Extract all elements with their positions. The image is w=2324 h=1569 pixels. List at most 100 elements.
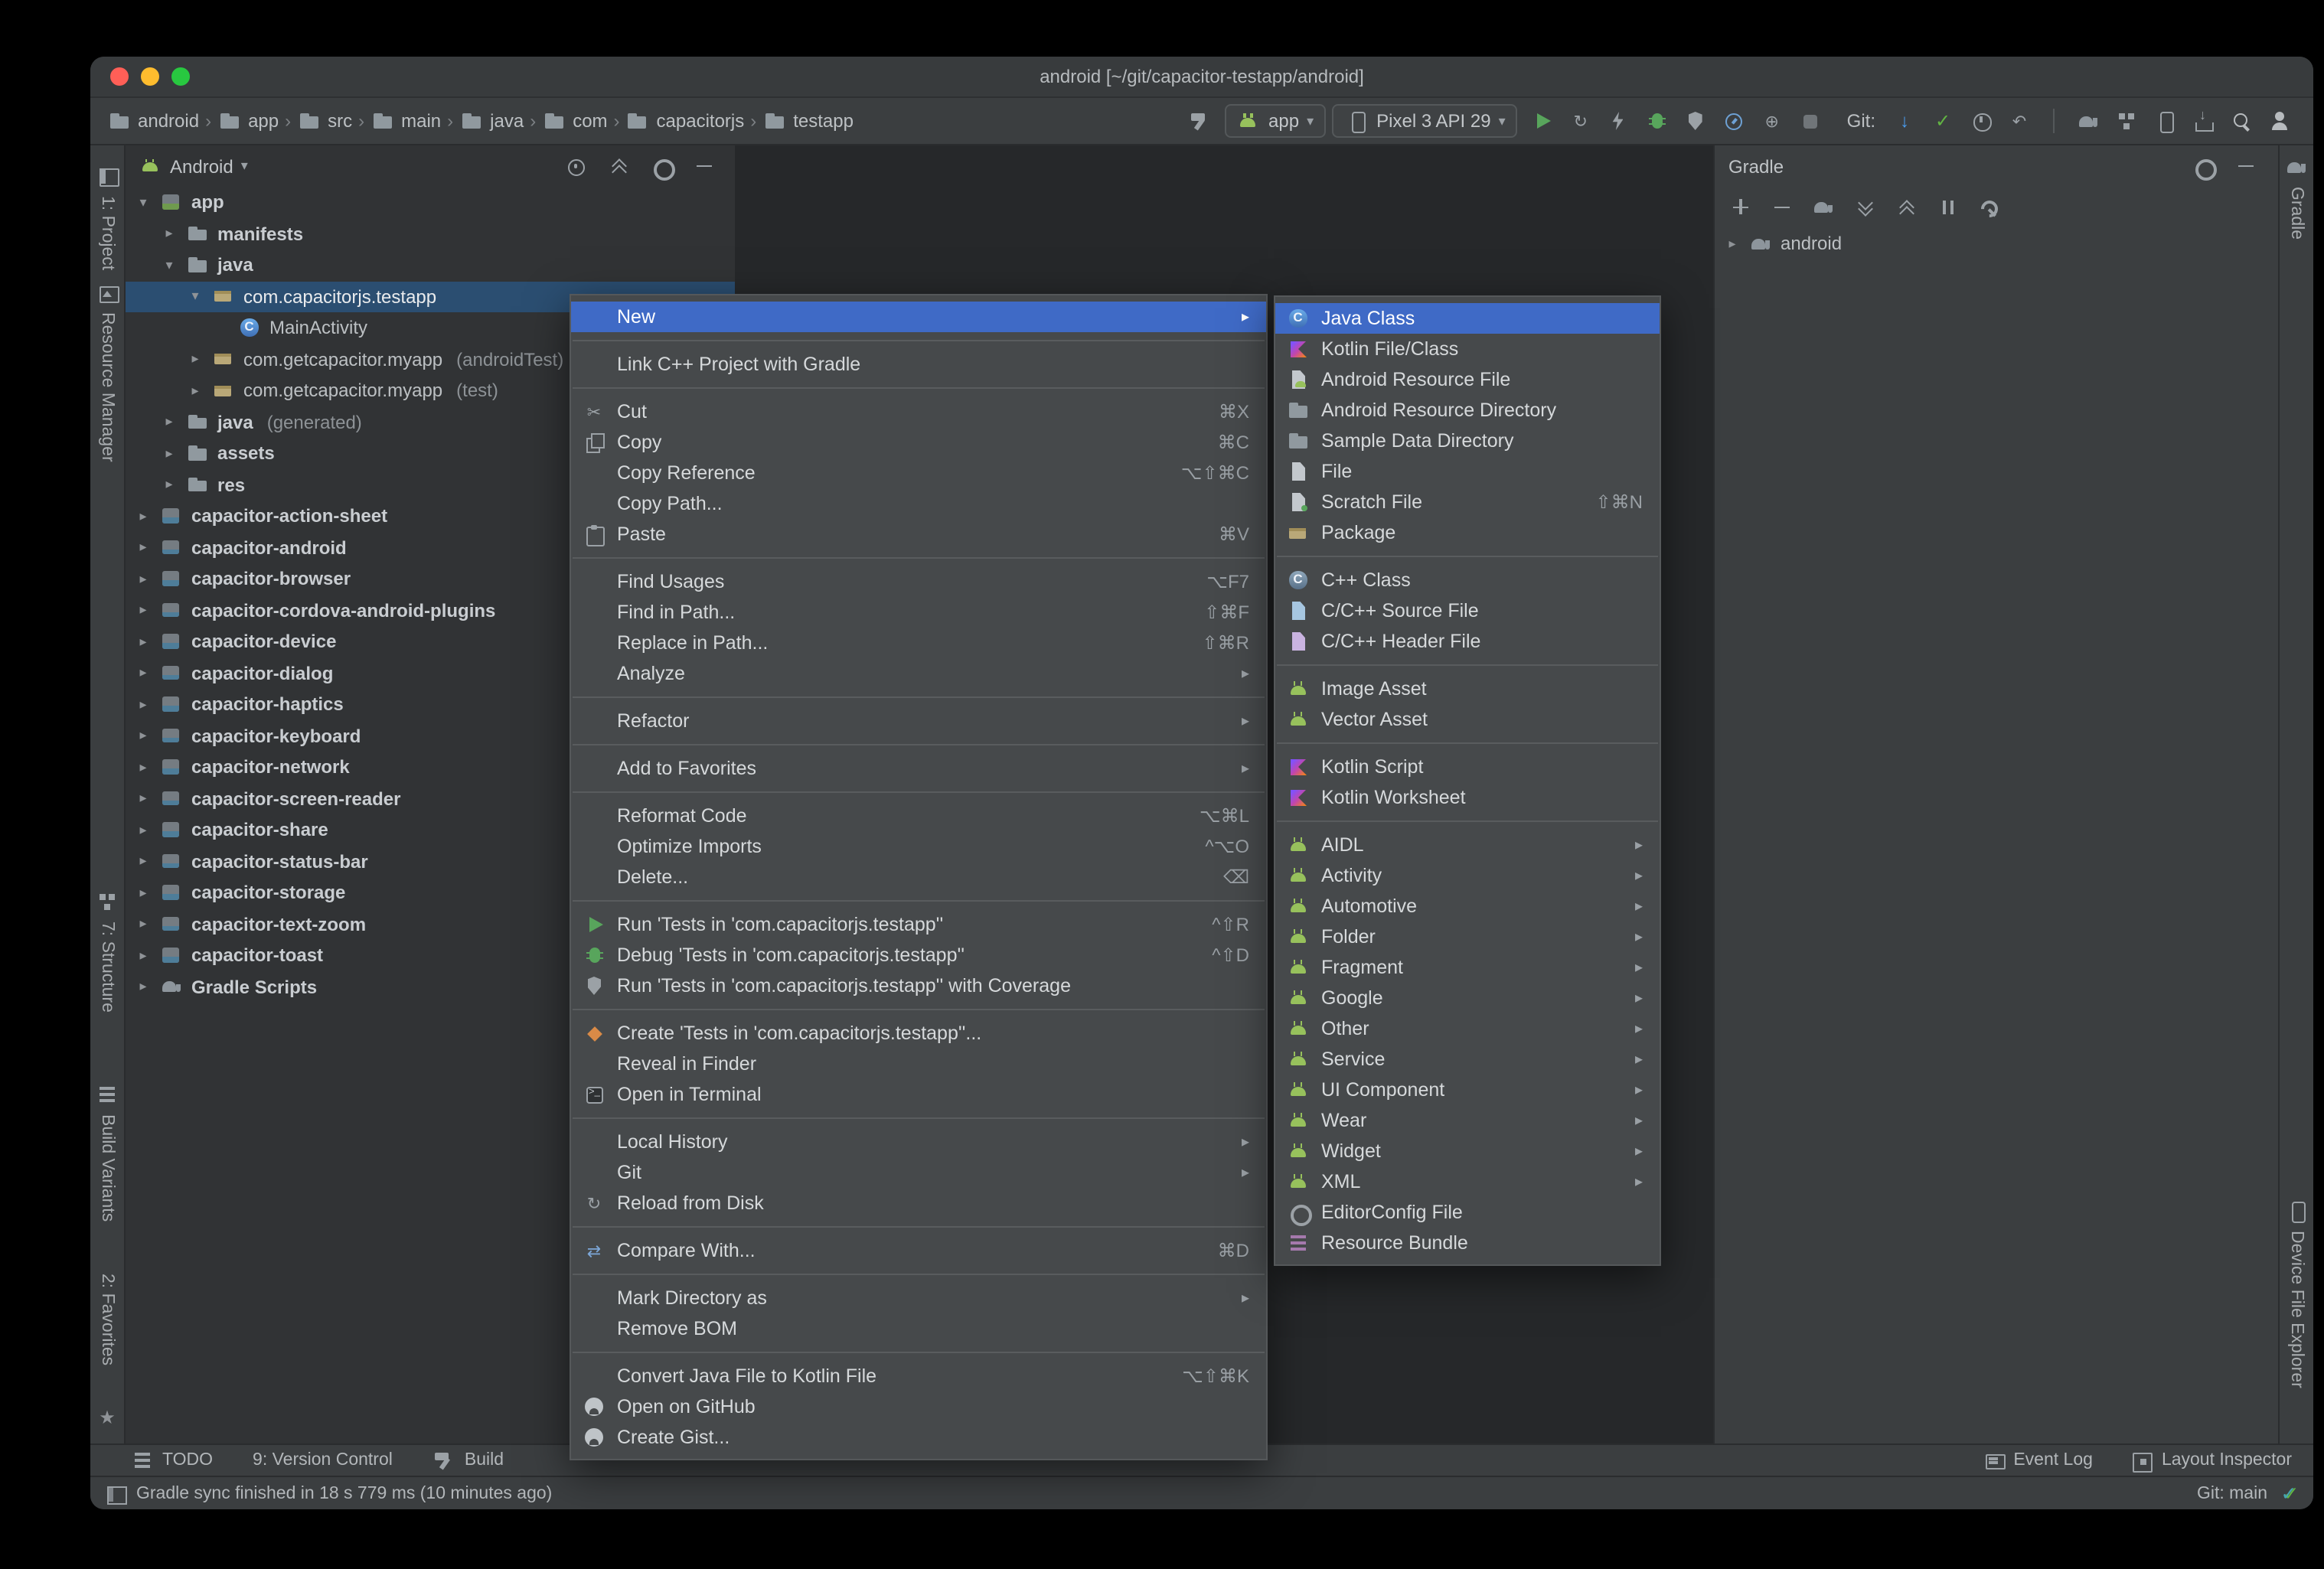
toolwindow-button-9-version-control[interactable]: 9: Version Control <box>253 1451 393 1470</box>
project-structure-button[interactable] <box>2108 104 2145 138</box>
toolwindow-button-7-structure[interactable]: 7: Structure <box>90 889 124 1013</box>
menu-item-link-c-project-with-gradle[interactable]: Link C++ Project with Gradle <box>571 349 1266 380</box>
menu-item-new[interactable]: New ▸ <box>571 302 1266 332</box>
breadcrumb-main[interactable]: main <box>369 109 442 133</box>
run-button[interactable] <box>1524 104 1561 138</box>
toolwindow-button-todo[interactable]: TODO <box>130 1448 213 1473</box>
menu-item-git[interactable]: Git ▸ <box>571 1157 1266 1188</box>
menu-item-copy[interactable]: Copy ⌘C <box>571 427 1266 458</box>
menu-item-add-to-favorites[interactable]: Add to Favorites ▸ <box>571 753 1266 784</box>
submenu-item-google[interactable]: Google ▸ <box>1275 983 1660 1013</box>
submenu-item-wear[interactable]: Wear ▸ <box>1275 1105 1660 1136</box>
submenu-item-file[interactable]: File <box>1275 456 1660 487</box>
hide-gradle-panel-button[interactable] <box>2228 149 2264 183</box>
submenu-item-automotive[interactable]: Automotive ▸ <box>1275 891 1660 922</box>
tree-item-app[interactable]: ▾ app <box>126 187 735 218</box>
menu-item-copy-path[interactable]: Copy Path... <box>571 488 1266 519</box>
menu-item-run-tests-in-com-capacitorjs-testapp[interactable]: Run 'Tests in 'com.capacitorjs.testapp''… <box>571 909 1266 940</box>
show-history-button[interactable] <box>1963 104 1999 138</box>
menu-item-find-in-path[interactable]: Find in Path... ⇧⌘F <box>571 597 1266 628</box>
sync-project-with-gradle-button[interactable] <box>2070 104 2107 138</box>
submenu-item-package[interactable]: Package <box>1275 517 1660 548</box>
collapse-all-button[interactable] <box>1888 191 1924 224</box>
menu-item-copy-reference[interactable]: Copy Reference ⌥⇧⌘C <box>571 458 1266 488</box>
breadcrumb-java[interactable]: java <box>458 109 525 133</box>
submenu-item-android-resource-directory[interactable]: Android Resource Directory <box>1275 395 1660 426</box>
git-branch-widget[interactable]: Git: main <box>2197 1484 2267 1502</box>
menu-item-optimize-imports[interactable]: Optimize Imports ^⌥O <box>571 831 1266 862</box>
project-view-selector[interactable]: Android <box>170 155 233 177</box>
tree-item-manifests[interactable]: ▸ manifests <box>126 218 735 250</box>
offline-mode-button[interactable] <box>1929 191 1966 224</box>
menu-item-local-history[interactable]: Local History ▸ <box>571 1127 1266 1157</box>
submenu-item-kotlin-worksheet[interactable]: Kotlin Worksheet <box>1275 782 1660 813</box>
update-project-button[interactable] <box>1886 104 1923 138</box>
submenu-item-scratch-file[interactable]: Scratch File ⇧⌘N <box>1275 487 1660 517</box>
submenu-item-android-resource-file[interactable]: Android Resource File <box>1275 364 1660 395</box>
device-select[interactable]: Pixel 3 API 29 ▾ <box>1332 104 1518 138</box>
locate-selected-file-button[interactable] <box>557 149 594 183</box>
toolwindow-button-gradle[interactable]: Gradle <box>2280 155 2313 240</box>
submenu-item-c-class[interactable]: C++ Class <box>1275 565 1660 595</box>
submenu-item-kotlin-script[interactable]: Kotlin Script <box>1275 752 1660 782</box>
menu-item-find-usages[interactable]: Find Usages ⌥F7 <box>571 566 1266 597</box>
menu-item-cut[interactable]: Cut ⌘X <box>571 396 1266 427</box>
sdk-manager-button[interactable] <box>2185 104 2221 138</box>
rollback-button[interactable] <box>2001 104 2038 138</box>
sync-gradle-button[interactable] <box>1805 191 1842 224</box>
menu-item-reveal-in-finder[interactable]: Reveal in Finder <box>571 1049 1266 1079</box>
menu-item-convert-java-file-to-kotlin-file[interactable]: Convert Java File to Kotlin File ⌥⇧⌘K <box>571 1361 1266 1391</box>
submenu-item-kotlin-file-class[interactable]: Kotlin File/Class <box>1275 334 1660 364</box>
submenu-item-widget[interactable]: Widget ▸ <box>1275 1136 1660 1166</box>
breadcrumb-android[interactable]: android <box>106 109 201 133</box>
breadcrumb-src[interactable]: src <box>295 109 354 133</box>
toolwindow-toggle-icon[interactable] <box>103 1481 127 1505</box>
profile-avatar-button[interactable] <box>2261 104 2298 138</box>
toolwindow-button-event-log[interactable]: Event Log <box>1981 1448 2093 1473</box>
breadcrumb-testapp[interactable]: testapp <box>761 109 855 133</box>
submenu-item-java-class[interactable]: Java Class <box>1275 303 1660 334</box>
menu-item-run-tests-in-com-capacitorjs-testapp-with-coverage[interactable]: Run 'Tests in 'com.capacitorjs.testapp''… <box>571 970 1266 1001</box>
submenu-item-editorconfig-file[interactable]: EditorConfig File <box>1275 1197 1660 1228</box>
gradle-tree-item-android[interactable]: ▸ android <box>1715 228 2278 259</box>
menu-item-debug-tests-in-com-capacitorjs-testapp[interactable]: Debug 'Tests in 'com.capacitorjs.testapp… <box>571 940 1266 970</box>
menu-item-analyze[interactable]: Analyze ▸ <box>571 658 1266 689</box>
submenu-item-ui-component[interactable]: UI Component ▸ <box>1275 1075 1660 1105</box>
menu-item-mark-directory-as[interactable]: Mark Directory as ▸ <box>571 1283 1266 1313</box>
build-project-button[interactable] <box>1181 104 1218 138</box>
hide-panel-button[interactable] <box>686 149 723 183</box>
stop-button[interactable] <box>1792 104 1829 138</box>
submenu-item-resource-bundle[interactable]: Resource Bundle <box>1275 1228 1660 1258</box>
submenu-item-folder[interactable]: Folder ▸ <box>1275 922 1660 952</box>
toolwindow-button-build-variants[interactable]: Build Variants <box>90 1082 124 1222</box>
zoom-button[interactable] <box>171 67 190 86</box>
submenu-item-fragment[interactable]: Fragment ▸ <box>1275 952 1660 983</box>
profiler-button[interactable] <box>1715 104 1752 138</box>
toolwindow-button-layout-inspector[interactable]: Layout Inspector <box>2130 1448 2292 1473</box>
toolwindow-button-1-project[interactable]: 1: Project <box>90 164 124 270</box>
toolwindow-button-2-favorites[interactable]: 2: Favorites <box>90 1274 124 1365</box>
apply-code-changes-button[interactable] <box>1601 104 1637 138</box>
view-options-button[interactable] <box>643 149 680 183</box>
menu-item-replace-in-path[interactable]: Replace in Path... ⇧⌘R <box>571 628 1266 658</box>
submenu-item-xml[interactable]: XML ▸ <box>1275 1166 1660 1197</box>
menu-item-reload-from-disk[interactable]: Reload from Disk <box>571 1188 1266 1218</box>
toolwindow-button-build[interactable]: Build <box>432 1448 504 1473</box>
gradle-settings-button[interactable] <box>2185 149 2221 183</box>
menu-item-open-on-github[interactable]: Open on GitHub <box>571 1391 1266 1422</box>
submenu-item-vector-asset[interactable]: Vector Asset <box>1275 704 1660 735</box>
debug-button[interactable] <box>1639 104 1676 138</box>
toolwindow-button-resource-manager[interactable]: Resource Manager <box>90 280 124 462</box>
submenu-item-service[interactable]: Service ▸ <box>1275 1044 1660 1075</box>
menu-item-compare-with[interactable]: Compare With... ⌘D <box>571 1235 1266 1266</box>
toolwindow-button-device-file-explorer[interactable]: Device File Explorer <box>2280 1199 2313 1388</box>
menu-item-open-in-terminal[interactable]: Open in Terminal <box>571 1079 1266 1110</box>
menu-item-create-tests-in-com-capacitorjs-testapp[interactable]: Create 'Tests in 'com.capacitorjs.testap… <box>571 1018 1266 1049</box>
run-with-coverage-button[interactable] <box>1677 104 1714 138</box>
run-config-select[interactable]: app ▾ <box>1224 104 1327 138</box>
submenu-item-c-c-source-file[interactable]: C/C++ Source File <box>1275 595 1660 626</box>
menu-item-paste[interactable]: Paste ⌘V <box>571 519 1266 550</box>
commit-button[interactable] <box>1924 104 1961 138</box>
remove-gradle-project-button[interactable] <box>1764 191 1800 224</box>
breadcrumb-app[interactable]: app <box>216 109 280 133</box>
